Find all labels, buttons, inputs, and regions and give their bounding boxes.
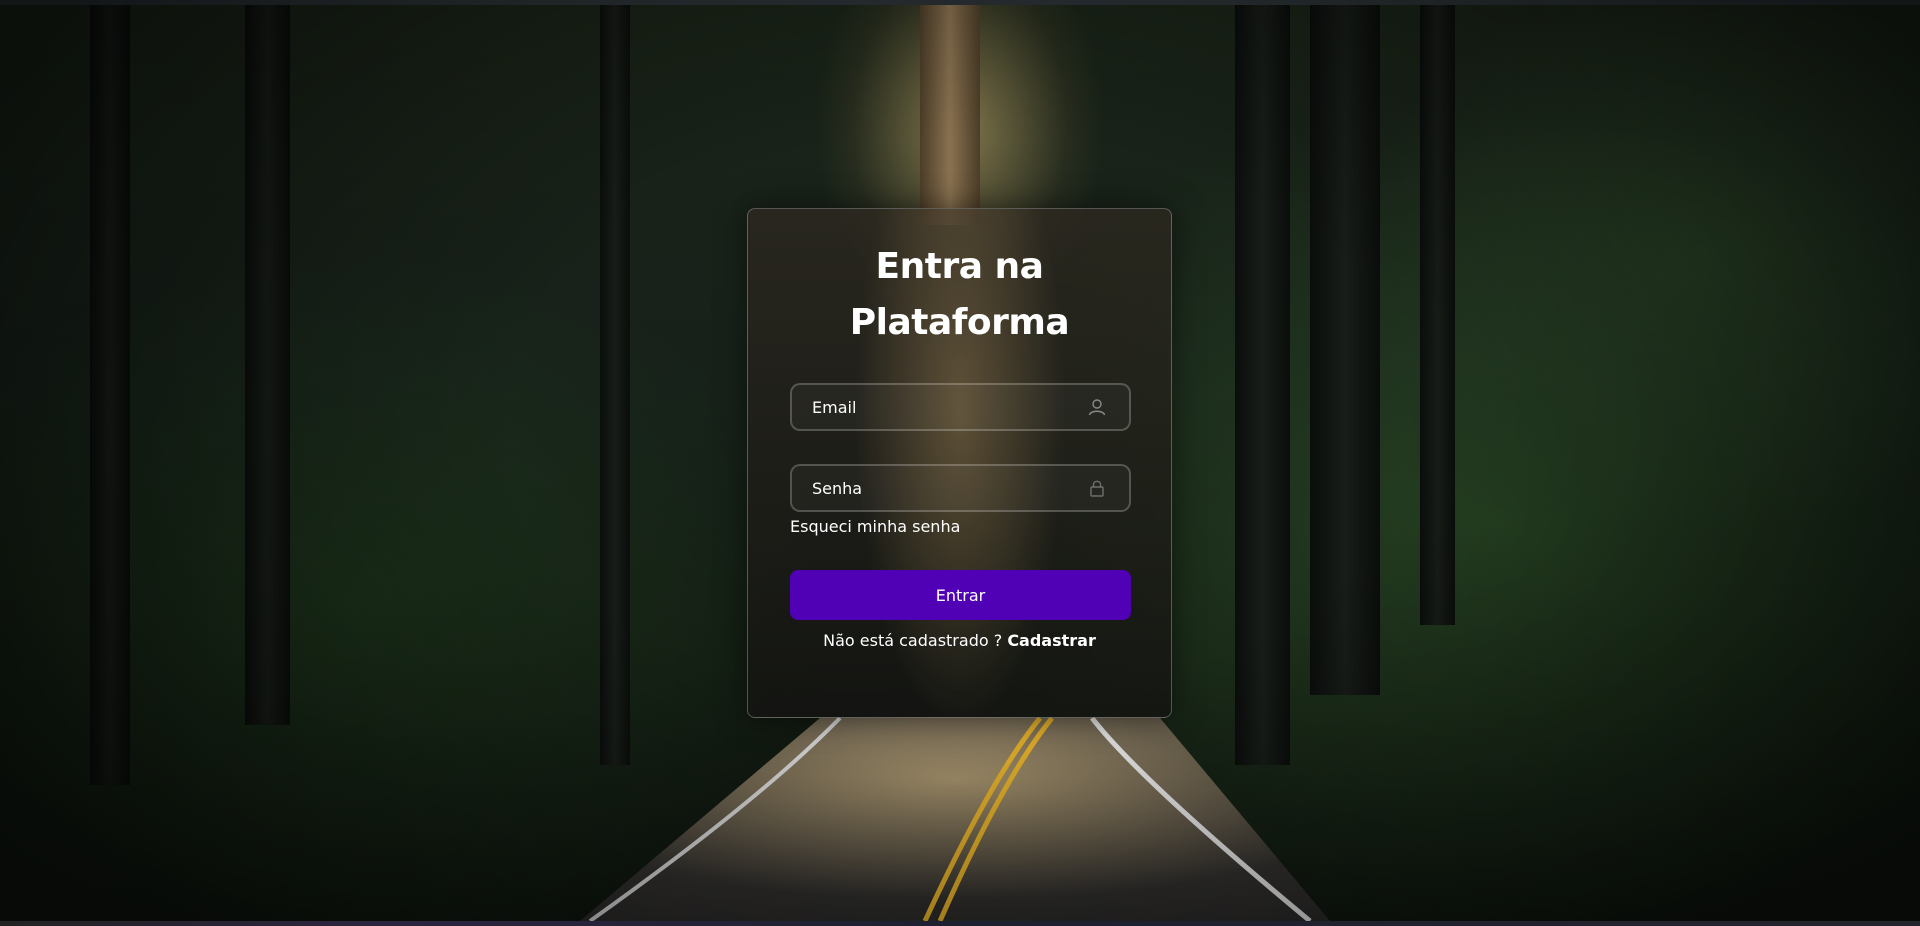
login-title: Entra na Plataforma: [748, 239, 1171, 351]
lock-icon: [1087, 478, 1107, 498]
password-input[interactable]: [792, 466, 1082, 510]
signup-prompt: Não está cadastrado ? Cadastrar: [748, 631, 1171, 650]
login-title-line1: Entra na: [875, 246, 1044, 287]
signup-prompt-text: Não está cadastrado ?: [823, 631, 1003, 650]
login-button[interactable]: Entrar: [790, 570, 1131, 620]
signup-link[interactable]: Cadastrar: [1007, 631, 1096, 650]
bottom-edge: [0, 921, 1920, 926]
password-field[interactable]: [790, 464, 1131, 512]
user-icon: [1087, 397, 1107, 417]
email-field[interactable]: [790, 383, 1131, 431]
login-title-line2: Plataforma: [849, 302, 1070, 343]
login-card: Entra na Plataforma Esqueci minha senha: [747, 208, 1172, 718]
forgot-password-link[interactable]: Esqueci minha senha: [790, 517, 960, 536]
login-page: Entra na Plataforma Esqueci minha senha: [0, 0, 1920, 926]
email-input[interactable]: [792, 385, 1082, 429]
